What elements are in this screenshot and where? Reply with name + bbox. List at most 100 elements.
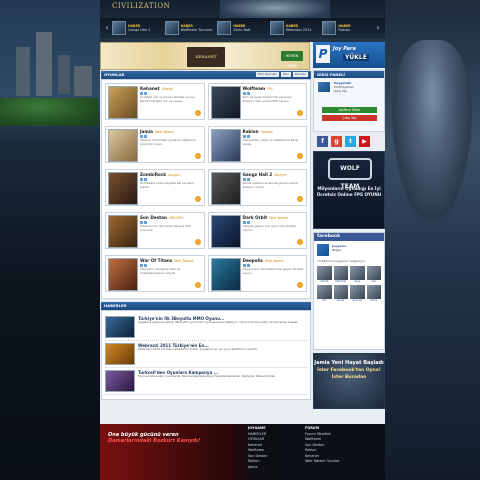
play-arrow-icon[interactable]: › bbox=[297, 196, 303, 202]
game-card[interactable]: Jamia Web Tabanlı Tarayıcı üzerinden oynan… bbox=[105, 126, 205, 163]
play-arrow-icon[interactable]: › bbox=[297, 153, 303, 159]
game-title-text[interactable]: War Of Titans bbox=[140, 258, 172, 263]
site-logo[interactable]: CIVILIZATION bbox=[112, 2, 170, 10]
play-arrow-icon[interactable]: › bbox=[194, 239, 201, 245]
game-title-text[interactable]: Son Destan bbox=[140, 215, 167, 220]
facebook-fan[interactable]: Can bbox=[366, 266, 382, 283]
game-title-text[interactable]: Rakion bbox=[243, 129, 259, 134]
game-card[interactable]: Son Destan MMORPG Efsanevi bir dünyada mac… bbox=[105, 212, 205, 249]
strip-next-arrow-icon[interactable]: › bbox=[375, 21, 381, 35]
fan-name[interactable]: Can bbox=[367, 280, 382, 283]
game-title-text[interactable]: Dark Orbit bbox=[243, 215, 268, 220]
fan-name[interactable]: Elif bbox=[317, 299, 332, 302]
fan-avatar[interactable] bbox=[333, 266, 348, 280]
tab-all[interactable]: Tüm Oyunlar bbox=[255, 72, 279, 77]
fan-avatar[interactable] bbox=[317, 266, 332, 280]
game-thumbnail[interactable] bbox=[108, 215, 138, 248]
facebook-like-button[interactable]: Beğen bbox=[332, 248, 342, 252]
news-thumbnail[interactable] bbox=[105, 370, 135, 392]
facebook-fan[interactable]: Elif bbox=[317, 285, 332, 302]
google-plus-icon[interactable]: g bbox=[331, 136, 342, 147]
fan-avatar[interactable] bbox=[366, 266, 381, 280]
tab-popular[interactable]: Popüler bbox=[292, 72, 308, 77]
game-title[interactable]: Son Destan MMORPG bbox=[140, 215, 202, 220]
game-title[interactable]: Rakion Aksiyon bbox=[243, 129, 305, 134]
fan-avatar[interactable] bbox=[350, 266, 365, 280]
game-title[interactable]: Gangz Hali 2 Aksiyon bbox=[243, 172, 305, 177]
logout-button[interactable]: Çıkış Yap bbox=[322, 115, 377, 121]
game-card[interactable]: Wolfteam FPS Kurt ve insan formunda oynana… bbox=[207, 83, 307, 120]
game-card[interactable]: Gangz Hali 2 Aksiyon Sokak çeteleri arasın… bbox=[207, 169, 307, 206]
news-item[interactable]: Turkcell'den Oyunlara Kampanya ... Turkce… bbox=[105, 368, 307, 395]
strip-item[interactable]: HABER Rakion bbox=[322, 21, 373, 35]
facebook-icon[interactable]: f bbox=[317, 136, 328, 147]
news-thumbnail[interactable] bbox=[105, 343, 135, 365]
facebook-fan[interactable]: Burak bbox=[333, 285, 348, 302]
footer-link[interactable]: Jamia bbox=[248, 465, 267, 471]
fan-avatar[interactable] bbox=[350, 285, 365, 299]
game-thumbnail[interactable] bbox=[210, 129, 241, 162]
news-item[interactable]: Türkiye'nin İlk 3Boyutlu MMO Oyunu... Joy… bbox=[105, 314, 307, 341]
joypara-banner[interactable]: P Joy Para YÜKLE bbox=[313, 42, 385, 68]
game-title[interactable]: Dark Orbit Web Tabanlı bbox=[243, 215, 305, 220]
game-title-text[interactable]: Gangz Hali 2 bbox=[243, 172, 273, 177]
play-arrow-icon[interactable]: › bbox=[194, 153, 201, 159]
game-card[interactable]: Deepolis Web Tabanlı Okyanusun derinlikler… bbox=[207, 255, 307, 292]
play-arrow-icon[interactable]: › bbox=[194, 110, 201, 116]
play-arrow-icon[interactable]: › bbox=[297, 110, 303, 116]
banner-play-button[interactable]: HEMEN OYNA bbox=[281, 51, 303, 68]
game-card[interactable]: ZombiRock Aksiyon Zombilere karşı hayatta … bbox=[105, 169, 205, 206]
strip-item[interactable]: HABER Zorlu Bati bbox=[217, 21, 268, 35]
game-title[interactable]: Jamia Web Tabanlı bbox=[140, 129, 202, 134]
game-thumbnail[interactable] bbox=[210, 215, 241, 248]
logout-link[interactable]: Çıkış Yap bbox=[334, 89, 347, 93]
fan-name[interactable]: Ayşe bbox=[350, 280, 365, 283]
footer-slogan[interactable]: Ona büyük gücünü veren Damarlarındaki Bo… bbox=[108, 432, 200, 444]
facebook-fan[interactable]: Mehmet bbox=[333, 266, 349, 283]
news-thumbnail[interactable] bbox=[105, 316, 135, 338]
game-title-text[interactable]: Wolfteam bbox=[243, 86, 266, 91]
game-card[interactable]: Rakion Aksiyon Canavarları çağır ve rakipl… bbox=[207, 126, 307, 163]
game-card[interactable]: Dark Orbit Web Tabanlı Uzayda geçen çok oy… bbox=[207, 212, 307, 249]
game-title[interactable]: War Of Titans Web Tabanlı bbox=[140, 258, 202, 263]
game-title-text[interactable]: Jamia bbox=[140, 129, 153, 134]
fan-avatar[interactable] bbox=[366, 285, 381, 299]
load-joypara-button[interactable]: JoyPara Yükle bbox=[322, 107, 377, 113]
twitter-icon[interactable]: t bbox=[345, 136, 356, 147]
fan-name[interactable]: Emre bbox=[367, 299, 382, 302]
strip-item[interactable]: HABER Gangz Hali 2 bbox=[112, 21, 163, 35]
game-title-text[interactable]: ZombiRock bbox=[140, 172, 166, 177]
fan-avatar[interactable] bbox=[333, 285, 348, 299]
promo-banner[interactable]: KEHANET HEMEN OYNA bbox=[100, 42, 310, 70]
strip-item[interactable]: HABER Wolfteam Turnuva bbox=[164, 21, 216, 35]
game-title[interactable]: Wolfteam FPS bbox=[243, 86, 305, 91]
facebook-fan[interactable]: Ayşe bbox=[350, 266, 365, 283]
play-arrow-icon[interactable]: › bbox=[297, 282, 303, 288]
news-item[interactable]: Webrazzi 2011 Türkiye'nin En... Webrazzi … bbox=[105, 341, 307, 368]
fan-name[interactable]: Mehmet bbox=[334, 280, 349, 283]
game-card[interactable]: Kehanet Strateji Ücretsiz çok oyunculu str… bbox=[105, 83, 205, 120]
game-thumbnail[interactable] bbox=[108, 86, 138, 119]
facebook-fan[interactable]: Ahmet bbox=[317, 266, 332, 283]
game-thumbnail[interactable] bbox=[210, 86, 241, 119]
game-thumbnail[interactable] bbox=[108, 258, 138, 291]
game-thumbnail[interactable] bbox=[210, 258, 241, 291]
strip-prev-arrow-icon[interactable]: ‹ bbox=[104, 21, 110, 35]
game-title[interactable]: Kehanet Strateji bbox=[140, 86, 202, 91]
game-card[interactable]: War Of Titans Web Tabanlı Titanların savaş… bbox=[105, 255, 205, 292]
play-arrow-icon[interactable]: › bbox=[194, 196, 201, 202]
game-thumbnail[interactable] bbox=[108, 172, 138, 205]
game-title-text[interactable]: Deepolis bbox=[243, 258, 263, 263]
jamia-promo[interactable]: Jamia Yeni Hayat Başladı İster Facebook'… bbox=[313, 353, 385, 409]
game-thumbnail[interactable] bbox=[210, 172, 241, 205]
play-arrow-icon[interactable]: › bbox=[194, 282, 201, 288]
play-arrow-icon[interactable]: › bbox=[297, 239, 303, 245]
tab-new[interactable]: Yeni bbox=[280, 72, 291, 77]
youtube-icon[interactable]: ▶ bbox=[359, 136, 370, 147]
game-title-text[interactable]: Kehanet bbox=[140, 86, 160, 91]
fan-avatar[interactable] bbox=[317, 285, 332, 299]
fan-name[interactable]: Ahmet bbox=[317, 280, 332, 283]
game-title[interactable]: Deepolis Web Tabanlı bbox=[243, 258, 305, 263]
facebook-fan[interactable]: Zeynep bbox=[350, 285, 365, 302]
game-title[interactable]: ZombiRock Aksiyon bbox=[140, 172, 202, 177]
